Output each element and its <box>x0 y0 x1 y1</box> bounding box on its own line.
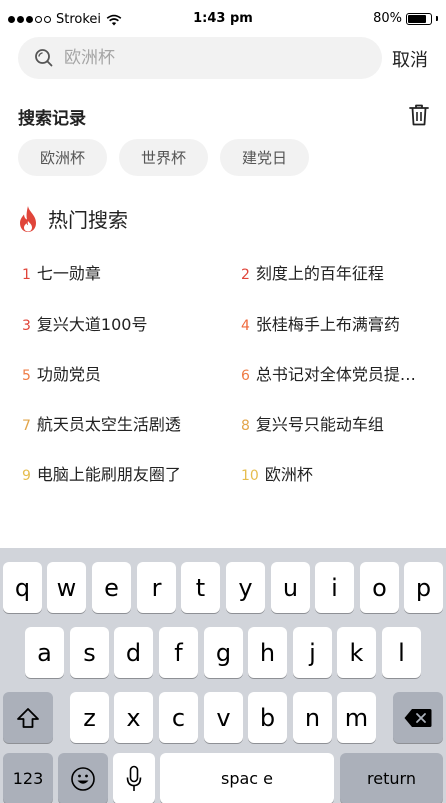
hot-text: 航天员太空生活剧透 <box>36 415 181 434</box>
hot-rank: 1 <box>22 267 31 283</box>
microphone-key[interactable] <box>113 753 155 803</box>
key-x[interactable]: x <box>114 692 153 743</box>
history-title: 搜索记录 <box>18 109 86 129</box>
hot-text: 总书记对全体党员提… <box>255 365 416 384</box>
hot-item[interactable]: 10 欧洲杯 <box>241 461 431 485</box>
key-f[interactable]: f <box>159 627 198 678</box>
key-c[interactable]: c <box>159 692 198 743</box>
search-input[interactable] <box>64 48 364 68</box>
hot-rank: 6 <box>241 368 250 384</box>
space-key-label: spac e <box>220 769 274 788</box>
key-g[interactable]: g <box>204 627 243 678</box>
backspace-icon <box>404 708 432 727</box>
key-n[interactable]: n <box>293 692 332 743</box>
hot-rank: 2 <box>241 267 250 283</box>
numbers-key[interactable]: 123 <box>3 753 53 803</box>
emoji-key[interactable] <box>58 753 108 803</box>
hot-text: 复兴大道100号 <box>36 315 148 334</box>
key-p[interactable]: p <box>404 562 443 613</box>
key-h[interactable]: h <box>248 627 287 678</box>
key-y[interactable]: y <box>226 562 265 613</box>
key-r[interactable]: r <box>137 562 176 613</box>
hot-rank: 8 <box>241 418 250 434</box>
hot-item[interactable]: 7 航天员太空生活剧透 <box>22 411 212 435</box>
shift-icon <box>17 707 39 728</box>
hot-search-header: 热门搜索 <box>16 204 128 233</box>
key-q[interactable]: q <box>3 562 42 613</box>
key-j[interactable]: j <box>293 627 332 678</box>
key-m[interactable]: m <box>337 692 376 743</box>
hot-item[interactable]: 8 复兴号只能动车组 <box>241 411 431 435</box>
hot-text: 功勋党员 <box>36 365 101 384</box>
history-tag[interactable]: 欧洲杯 <box>18 139 108 176</box>
shift-key[interactable] <box>3 692 53 743</box>
key-v[interactable]: v <box>204 692 243 743</box>
hot-text: 张桂梅手上布满膏药 <box>255 315 400 334</box>
microphone-icon <box>126 765 142 791</box>
hot-item[interactable]: 3 复兴大道100号 <box>22 311 212 335</box>
hot-rank: 10 <box>241 468 259 484</box>
status-bar: Strokei 1:43 pm 80% <box>0 0 446 40</box>
hot-item[interactable]: 4 张桂梅手上布满膏药 <box>241 311 431 335</box>
hot-search-title: 热门搜索 <box>48 208 128 232</box>
hot-text: 刻度上的百年征程 <box>255 264 384 283</box>
status-right: 80% <box>373 11 438 26</box>
key-t[interactable]: t <box>181 562 220 613</box>
search-bar[interactable] <box>18 37 382 79</box>
search-icon <box>35 49 53 67</box>
trash-icon[interactable] <box>406 102 432 128</box>
key-d[interactable]: d <box>114 627 153 678</box>
battery-tip <box>436 16 438 21</box>
hot-rank: 9 <box>22 468 31 484</box>
hot-rank: 7 <box>22 418 31 434</box>
return-key[interactable]: return <box>340 753 443 803</box>
hot-item[interactable]: 1 七一勋章 <box>22 260 212 284</box>
flame-icon <box>20 205 36 232</box>
key-i[interactable]: i <box>315 562 354 613</box>
hot-item[interactable]: 2 刻度上的百年征程 <box>241 260 431 284</box>
key-b[interactable]: b <box>248 692 287 743</box>
battery-percent: 80% <box>373 11 402 26</box>
key-e[interactable]: e <box>92 562 131 613</box>
delete-key[interactable] <box>393 692 443 743</box>
key-l[interactable]: l <box>382 627 421 678</box>
numbers-key-label: 123 <box>12 769 44 788</box>
history-tag[interactable]: 建党日 <box>220 139 310 176</box>
keyboard: q w e r t y u i o p a s d f g h j k l z … <box>0 548 446 803</box>
hot-rank: 3 <box>22 318 31 334</box>
key-s[interactable]: s <box>70 627 109 678</box>
key-z[interactable]: z <box>70 692 109 743</box>
key-w[interactable]: w <box>47 562 86 613</box>
hot-rank: 4 <box>241 318 250 334</box>
hot-item[interactable]: 9 电脑上能刷朋友圈了 <box>22 461 212 485</box>
history-tags: 欧洲杯 世界杯 建党日 <box>18 139 310 176</box>
key-k[interactable]: k <box>337 627 376 678</box>
key-a[interactable]: a <box>25 627 64 678</box>
key-o[interactable]: o <box>360 562 399 613</box>
return-key-label: return <box>367 769 416 788</box>
space-key[interactable]: spac e <box>160 753 334 803</box>
hot-item[interactable]: 6 总书记对全体党员提… <box>241 361 431 385</box>
hot-rank: 5 <box>22 368 31 384</box>
key-u[interactable]: u <box>271 562 310 613</box>
hot-text: 七一勋章 <box>36 264 101 283</box>
cancel-button[interactable]: 取消 <box>392 46 428 72</box>
battery-icon <box>406 12 432 25</box>
history-tag[interactable]: 世界杯 <box>119 139 209 176</box>
hot-text: 欧洲杯 <box>264 465 313 484</box>
emoji-icon <box>71 766 95 791</box>
hot-text: 复兴号只能动车组 <box>255 415 384 434</box>
hot-item[interactable]: 5 功勋党员 <box>22 361 212 385</box>
hot-text: 电脑上能刷朋友圈了 <box>36 465 181 484</box>
